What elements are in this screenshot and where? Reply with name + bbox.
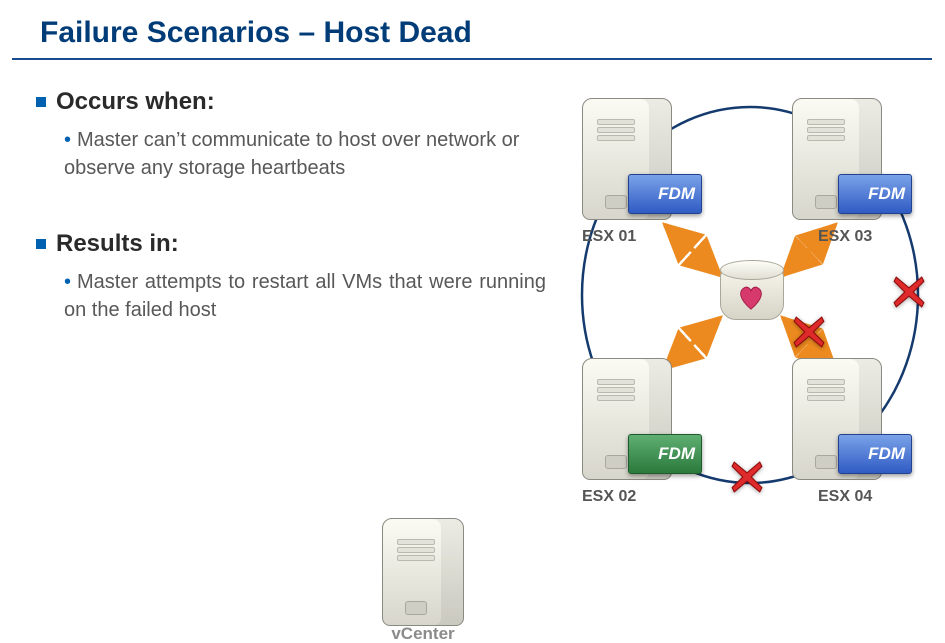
fdm-badge: FDM [628,174,702,214]
host-label-esx02: ESX 02 [582,488,636,506]
fdm-label: FDM [868,444,905,464]
fdm-badge: FDM [838,434,912,474]
slide: Failure Scenarios – Host Dead Occurs whe… [0,0,945,643]
red-x-icon [892,275,926,309]
dot-bullet-icon: • [64,271,71,293]
results-item-text: Master attempts to restart all VMs that … [64,271,546,321]
dot-bullet-icon: • [64,129,71,151]
heartbeat-datastore [720,260,782,324]
host-esx02: FDM [580,350,680,480]
vcenter-label: vCenter [368,624,478,643]
fdm-badge: FDM [838,174,912,214]
host-esx04: FDM [790,350,890,480]
section-heading-occurs: Occurs when: [36,88,546,116]
server-icon [382,518,464,626]
results-item: •Master attempts to restart all VMs that… [64,268,546,324]
fdm-label: FDM [658,184,695,204]
fdm-label: FDM [868,184,905,204]
heart-icon [736,282,766,312]
host-label-esx01: ESX 01 [582,228,636,246]
host-esx01: FDM [580,90,680,220]
cylinder-lid-icon [720,260,784,280]
fdm-label: FDM [658,444,695,464]
text-content: Occurs when: •Master can’t communicate t… [36,82,546,352]
title-divider [12,58,932,60]
red-x-icon [730,460,764,494]
results-heading-text: Results in: [56,230,179,257]
host-label-esx04: ESX 04 [818,488,872,506]
square-bullet-icon [36,239,46,249]
page-title: Failure Scenarios – Host Dead [40,16,472,50]
square-bullet-icon [36,97,46,107]
fdm-badge: FDM [628,434,702,474]
host-label-esx03: ESX 03 [818,228,872,246]
host-esx03: FDM [790,90,890,220]
occurs-item-text: Master can’t communicate to host over ne… [64,129,519,179]
section-heading-results: Results in: [36,230,546,258]
vcenter-server [380,510,480,640]
occurs-heading-text: Occurs when: [56,88,215,115]
red-x-icon [792,315,826,349]
occurs-item: •Master can’t communicate to host over n… [64,126,546,182]
